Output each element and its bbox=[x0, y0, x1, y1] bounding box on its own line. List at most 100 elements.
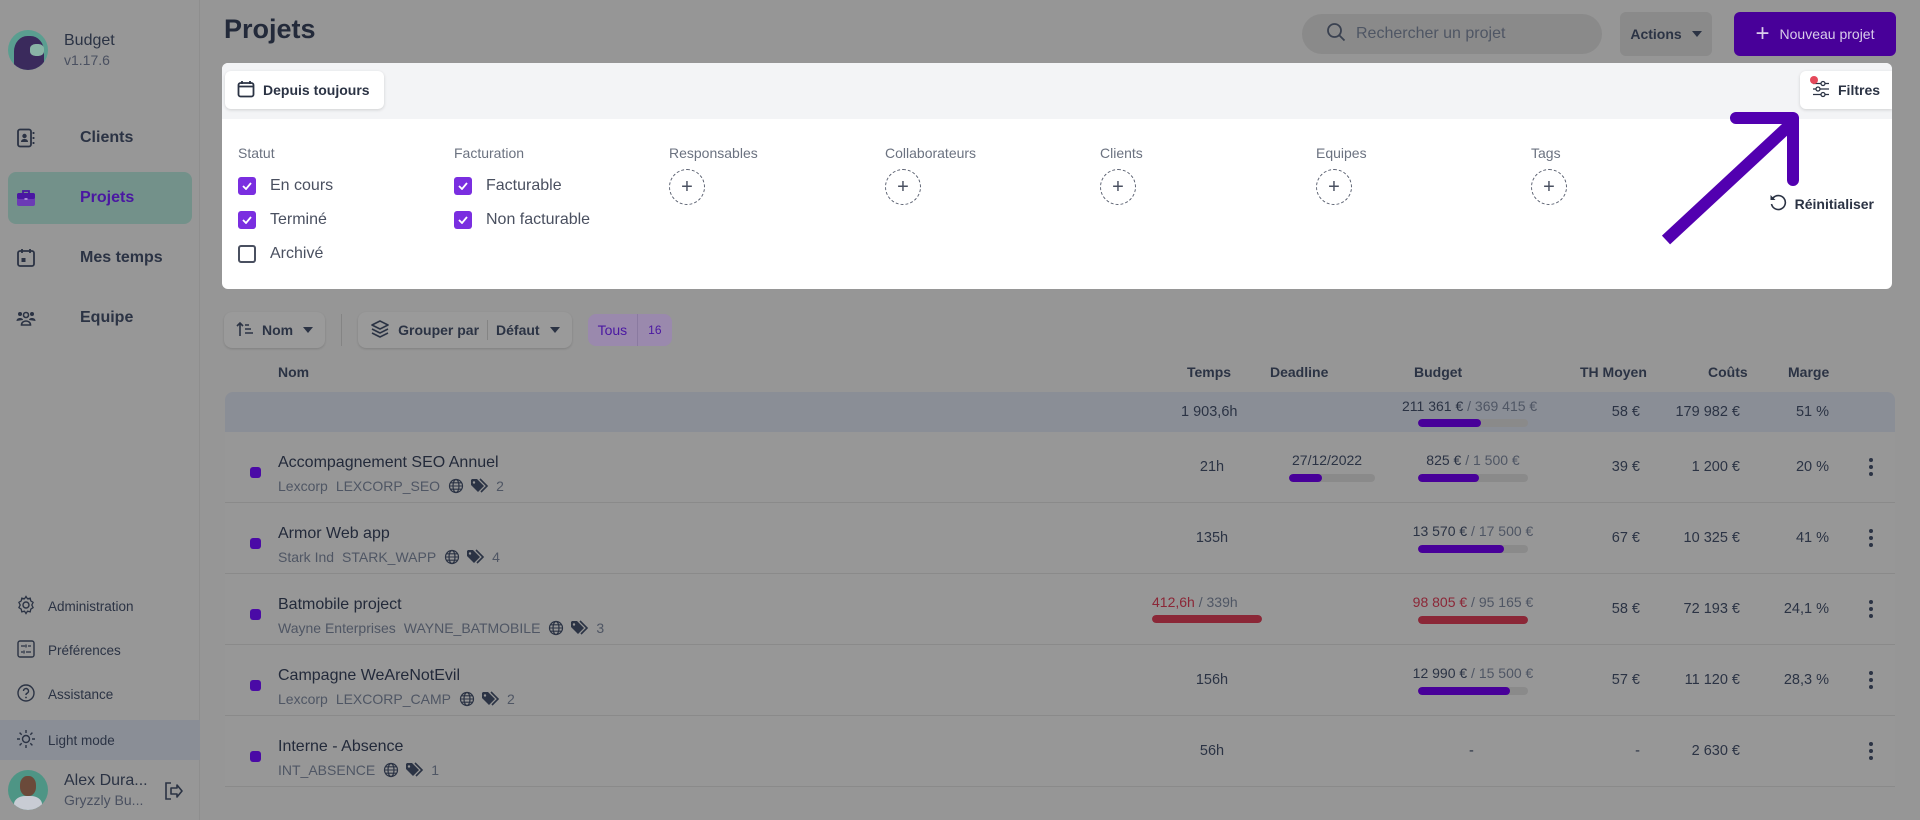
caret-down-icon bbox=[303, 327, 314, 333]
more-options-icon[interactable] bbox=[1869, 600, 1873, 621]
budget-bar-fill bbox=[1418, 616, 1528, 624]
team-icon bbox=[16, 308, 36, 328]
deadline-value: 27/12/2022 bbox=[1292, 452, 1363, 468]
table-row[interactable]: Batmobile project Wayne Enterprises WAYNE_… bbox=[225, 574, 1895, 645]
sidebar-item-preferences[interactable]: Préférences bbox=[0, 628, 200, 672]
gear-icon bbox=[16, 594, 36, 618]
checkbox-label: Terminé bbox=[270, 211, 327, 228]
caret-down-icon bbox=[1691, 31, 1702, 37]
checkbox-unchecked[interactable] bbox=[238, 245, 256, 263]
couts-value: 2 630 € bbox=[1691, 743, 1740, 759]
summary-th: 58 € bbox=[1611, 404, 1640, 420]
project-name[interactable]: Accompagnement SEO Annuel bbox=[278, 454, 499, 472]
sidebar-item-clients[interactable]: Clients bbox=[8, 112, 192, 164]
more-options-icon[interactable] bbox=[1869, 529, 1873, 550]
project-code: LEXCORP_CAMP bbox=[335, 691, 451, 707]
checkbox-en-cours[interactable]: En cours bbox=[238, 177, 438, 195]
project-name[interactable]: Armor Web app bbox=[278, 525, 390, 543]
column-header-temps[interactable]: Temps bbox=[1187, 364, 1231, 380]
sidebar-item-administration[interactable]: Administration bbox=[0, 584, 200, 628]
caret-down-icon bbox=[549, 327, 560, 333]
column-header-budget[interactable]: Budget bbox=[1414, 364, 1462, 380]
actions-dropdown-button[interactable]: Actions bbox=[1620, 12, 1712, 56]
checkbox-checked[interactable] bbox=[238, 177, 256, 195]
budget-spent: 13 570 € bbox=[1412, 523, 1468, 539]
budget-bar-fill bbox=[1418, 687, 1511, 695]
reset-filters-button[interactable]: Réinitialiser bbox=[1769, 193, 1874, 214]
summary-row: 1 903,6h 211 361 € / 369 415 € 58 € 179 … bbox=[225, 392, 1895, 432]
checkbox-label: En cours bbox=[270, 177, 334, 194]
project-name[interactable]: Batmobile project bbox=[278, 596, 402, 614]
more-options-icon[interactable] bbox=[1869, 742, 1873, 763]
project-color-dot bbox=[250, 538, 261, 549]
new-project-button[interactable]: + Nouveau projet bbox=[1734, 12, 1896, 56]
sidebar-item-equipe[interactable]: Equipe bbox=[8, 292, 192, 344]
th-moyen-value: 58 € bbox=[1611, 601, 1640, 617]
temps-spent: 412,6h bbox=[1152, 594, 1195, 610]
add-equipe-button[interactable]: + bbox=[1316, 169, 1352, 205]
project-code: INT_ABSENCE bbox=[278, 762, 376, 778]
sidebar-item-assistance[interactable]: Assistance bbox=[0, 672, 200, 716]
column-header-nom[interactable]: Nom bbox=[278, 364, 309, 380]
more-options-icon[interactable] bbox=[1869, 671, 1873, 692]
contacts-book-icon bbox=[16, 128, 36, 148]
date-range-button[interactable]: Depuis toujours bbox=[225, 71, 384, 109]
th-moyen-value: - bbox=[1635, 743, 1640, 759]
filters-button[interactable]: Filtres bbox=[1800, 71, 1892, 109]
column-header-couts[interactable]: Coûts bbox=[1708, 364, 1748, 380]
marge-value: 28,3 % bbox=[1783, 672, 1829, 688]
logout-icon[interactable] bbox=[162, 780, 184, 807]
summary-budget-bar-fill bbox=[1418, 419, 1481, 427]
divider bbox=[487, 320, 489, 340]
filter-statut: Statut En cours Terminé Archivé bbox=[238, 145, 438, 263]
sidebar-item-mes-temps[interactable]: Mes temps bbox=[8, 232, 192, 284]
checkbox-facturable[interactable]: Facturable bbox=[454, 177, 654, 195]
column-header-deadline[interactable]: Deadline bbox=[1270, 364, 1328, 380]
project-client: Lexcorp bbox=[278, 691, 328, 707]
reset-label: Réinitialiser bbox=[1794, 195, 1874, 212]
table-header: Nom Temps Deadline Budget TH Moyen Coûts… bbox=[224, 364, 1894, 388]
table-row[interactable]: Accompagnement SEO Annuel Lexcorp LEXCORP_… bbox=[225, 432, 1895, 503]
light-mode-toggle[interactable]: Light mode bbox=[0, 720, 200, 760]
checkbox-checked[interactable] bbox=[454, 211, 472, 229]
plus-icon: + bbox=[1543, 175, 1555, 198]
user-profile[interactable]: Alex Dura... Gryzzly Bu... bbox=[8, 770, 192, 810]
checkbox-checked[interactable] bbox=[238, 211, 256, 229]
checkbox-checked[interactable] bbox=[454, 177, 472, 195]
search-input[interactable]: Rechercher un projet bbox=[1302, 14, 1602, 54]
project-color-dot bbox=[250, 609, 261, 620]
sort-button[interactable]: Nom bbox=[224, 312, 326, 348]
table-row[interactable]: Campagne WeAreNotEvil Lexcorp LEXCORP_CAMP… bbox=[225, 645, 1895, 716]
tab-tous[interactable]: Tous 16 bbox=[587, 314, 672, 346]
column-header-th-moyen[interactable]: TH Moyen bbox=[1580, 364, 1647, 380]
group-by-button[interactable]: Grouper par Défaut bbox=[358, 312, 572, 348]
project-name[interactable]: Campagne WeAreNotEvil bbox=[278, 667, 460, 685]
table-row[interactable]: Interne - Absence INT_ABSENCE 1 56h - - 2 630 … bbox=[225, 716, 1895, 787]
column-header-marge[interactable]: Marge bbox=[1788, 364, 1829, 380]
briefcase-icon bbox=[16, 188, 36, 208]
project-name[interactable]: Interne - Absence bbox=[278, 738, 403, 756]
help-circle-icon bbox=[16, 683, 36, 706]
filter-clients: Clients + bbox=[1100, 145, 1300, 205]
add-client-button[interactable]: + bbox=[1100, 169, 1136, 205]
search-placeholder: Rechercher un projet bbox=[1356, 25, 1506, 42]
bear-logo-icon bbox=[8, 30, 48, 70]
checkbox-non-facturable[interactable]: Non facturable bbox=[454, 211, 654, 229]
project-meta: INT_ABSENCE 1 bbox=[278, 762, 447, 778]
add-collaborateur-button[interactable]: + bbox=[885, 169, 921, 205]
more-options-icon[interactable] bbox=[1869, 458, 1873, 479]
budget-bar bbox=[1418, 474, 1528, 482]
add-responsable-button[interactable]: + bbox=[669, 169, 705, 205]
list-toolbar: Nom Grouper par Défaut Tous 16 bbox=[224, 312, 672, 348]
project-code: STARK_WAPP bbox=[342, 549, 437, 565]
budget-bar-fill bbox=[1418, 474, 1479, 482]
plus-icon: + bbox=[1755, 20, 1770, 47]
add-tag-button[interactable]: + bbox=[1531, 169, 1567, 205]
checkbox-archive[interactable]: Archivé bbox=[238, 245, 438, 263]
globe-icon bbox=[383, 762, 399, 778]
table-row[interactable]: Armor Web app Stark Ind STARK_WAPP 4 135h 13 … bbox=[225, 503, 1895, 574]
sidebar-item-projets[interactable]: Projets bbox=[8, 172, 192, 224]
project-meta: Wayne Enterprises WAYNE_BATMOBILE 3 bbox=[278, 620, 612, 636]
brand[interactable]: Budget v1.17.6 bbox=[8, 30, 115, 70]
checkbox-termine[interactable]: Terminé bbox=[238, 211, 438, 229]
